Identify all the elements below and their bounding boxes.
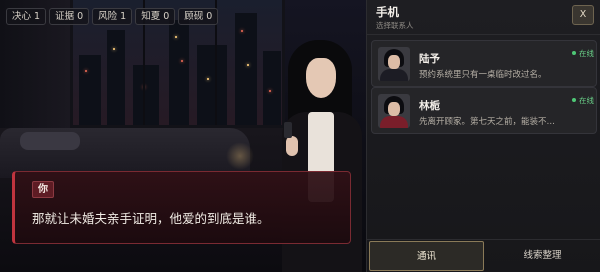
contact-item-luyu[interactable]: 陆予 预约系统里只有一桌临时改过名。 在线 [371,40,597,87]
contact-name: 林栀 [419,100,440,112]
stat-guyan-affinity: 顾砚 0 [178,8,219,25]
city-light [113,48,115,50]
tab-contacts[interactable]: 通讯 [369,241,484,271]
speaker-name-tag: 你 [32,181,54,198]
lamp-glow [226,142,254,170]
city-light [241,30,243,32]
stat-resolve: 决心 1 [6,8,47,25]
stats-bar: 决心 1 证据 0 风险 1 知夏 0 顾砚 0 [6,8,219,25]
skyscraper [107,30,125,125]
stat-evidence: 证据 0 [49,8,90,25]
stat-risk: 风险 1 [92,8,133,25]
male-avatar-icon [378,47,410,81]
contact-message-preview: 先离开顾家。第七天之前，能装不… [419,117,556,127]
pillow [20,132,80,150]
city-light [175,36,177,38]
stat-zhixia-affinity: 知夏 0 [135,8,176,25]
online-dot-icon [572,98,576,102]
close-button[interactable]: X [572,5,594,25]
city-light [85,70,87,72]
skyscraper [79,55,101,125]
skyscraper [133,65,159,125]
female-avatar-icon [378,94,410,128]
city-light [207,78,209,80]
online-dot-icon [572,51,576,55]
held-phone-icon [284,122,292,138]
city-light [247,64,249,66]
city-light [269,90,271,92]
online-status: 在线 [572,48,594,59]
divider [367,34,600,35]
tab-clue-organize[interactable]: 线索整理 [484,241,600,271]
city-light [181,60,183,62]
phone-tab-bar: 通讯 线索整理 [367,239,600,272]
phone-title: 手机 [376,5,399,19]
dialogue-text: 那就让未婚夫亲手证明，他爱的到底是谁。 [32,211,270,226]
skyscraper [197,45,227,125]
phone-panel: 手机 选择联系人 X 陆予 预约系统里只有一桌临时改过名。 在线 林栀 先离开顾… [366,0,600,272]
online-status: 在线 [572,95,594,106]
phone-subtitle: 选择联系人 [376,21,414,30]
contact-item-linzhi[interactable]: 林栀 先离开顾家。第七天之前，能装不… 在线 [371,87,597,134]
skyscraper [169,20,189,125]
contact-message-preview: 预约系统里只有一桌临时改过名。 [419,70,547,80]
dialogue-box[interactable]: 你 那就让未婚夫亲手证明，他爱的到底是谁。 [12,171,351,244]
skyscraper [235,13,257,125]
contact-name: 陆予 [419,53,440,65]
